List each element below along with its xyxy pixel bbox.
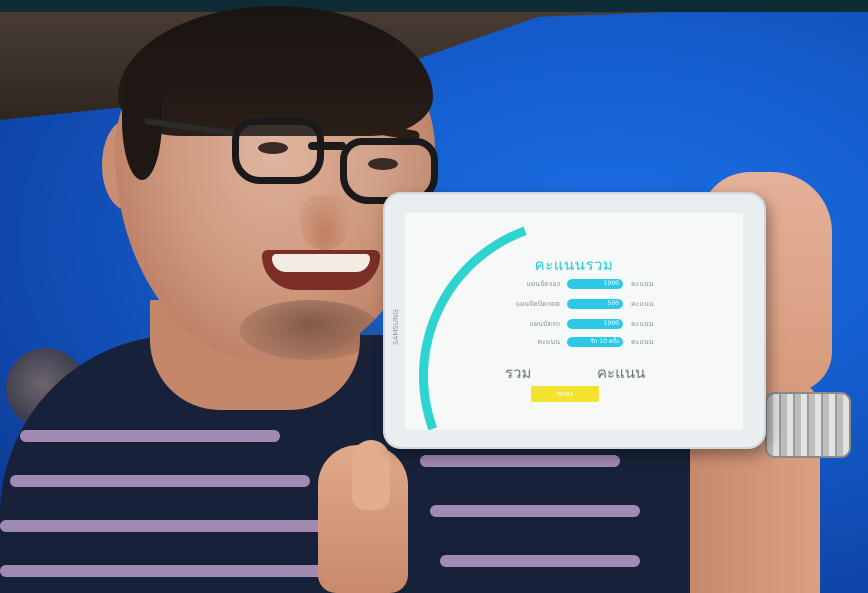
score-row-label: แผนจัดบัดกตต bbox=[515, 300, 560, 308]
score-row-label: คะแนน bbox=[537, 338, 560, 346]
teeth bbox=[272, 254, 370, 272]
score-row: แผนจัดบัดกตต 500 คะแนน bbox=[475, 299, 675, 311]
total-label: รวม bbox=[505, 364, 532, 382]
score-row: แผนบัดรถ 1000 คะแนน bbox=[475, 319, 675, 331]
score-row-value: 1000 bbox=[567, 319, 623, 329]
tablet-brand-label: SAMSUNG bbox=[392, 309, 400, 345]
score-row-unit: คะแนน bbox=[631, 280, 654, 288]
glasses-left-lens bbox=[232, 118, 324, 184]
total-unit: คะแนน bbox=[597, 364, 646, 382]
score-row-label: แผนจัดรอง bbox=[526, 280, 560, 288]
score-row: คะแนน รัก 10 ครั้ง คะแนน bbox=[475, 337, 675, 349]
score-title: คะแนนรวม bbox=[534, 256, 614, 274]
wristwatch bbox=[765, 392, 851, 458]
confirm-button[interactable]: ตกลง bbox=[531, 386, 599, 402]
score-row-value: 1000 bbox=[567, 279, 623, 289]
nose bbox=[300, 195, 350, 250]
score-row-label: แผนบัดรถ bbox=[529, 320, 560, 328]
score-row-unit: คะแนน bbox=[631, 338, 654, 346]
score-row-unit: คะแนน bbox=[631, 320, 654, 328]
tablet-screen: คะแนนรวม แผนจัดรอง 1000 คะแนน แผนจัดบัดก… bbox=[405, 213, 743, 430]
score-row: แผนจัดรอง 1000 คะแนน bbox=[475, 279, 675, 291]
photo-scene: SAMSUNG คะแนนรวม แผนจัดรอง 1000 คะแนน แผ… bbox=[0, 0, 868, 593]
thumb bbox=[352, 440, 390, 510]
score-row-value: 500 bbox=[567, 299, 623, 309]
score-row-value: รัก 10 ครั้ง bbox=[567, 337, 623, 347]
goatee bbox=[240, 300, 380, 360]
glasses-bridge bbox=[308, 142, 346, 150]
score-row-unit: คะแนน bbox=[631, 300, 654, 308]
top-frame-edge bbox=[0, 0, 868, 12]
